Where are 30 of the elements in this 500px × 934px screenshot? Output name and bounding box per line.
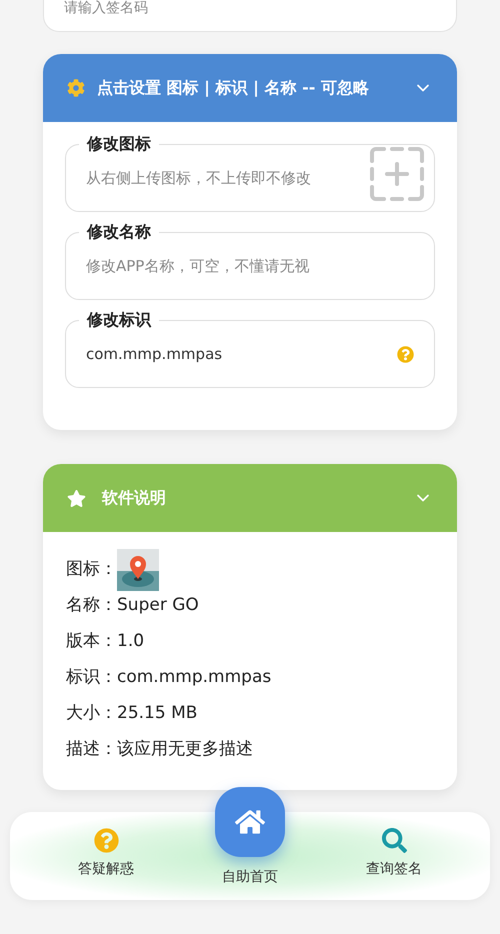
text-input[interactable]: 修改APP名称，可空，不懂请无视 xyxy=(86,254,426,278)
info-label: 图标： xyxy=(66,558,117,582)
text-input[interactable]: 从右侧上传图标，不上传即不修改 xyxy=(86,166,360,190)
star-icon xyxy=(67,488,86,508)
nav-item[interactable]: 查询签名 xyxy=(344,812,444,880)
home-button[interactable] xyxy=(215,787,285,857)
info-value: Super GO xyxy=(117,594,199,618)
signature-field-box[interactable]: 请输入签名码 xyxy=(43,0,457,32)
info-value: com.mmp.mmpas xyxy=(117,666,272,690)
nav-item[interactable]: 自助首页 xyxy=(200,787,300,888)
info-label: 版本： xyxy=(66,630,117,654)
panel-header[interactable]: 点击设置 图标 | 标识 | 名称 -- 可忽略 xyxy=(43,54,457,122)
info-value: 该应用无更多描述 xyxy=(117,738,253,762)
panel-title: 点击设置 图标 | 标识 | 名称 -- 可忽略 xyxy=(97,77,370,99)
info-value: 25.15 MB xyxy=(117,702,198,726)
signature-field[interactable]: 请输入签名码 xyxy=(64,0,436,16)
help-icon[interactable] xyxy=(397,346,414,362)
app-icon xyxy=(117,549,159,591)
nav-item[interactable]: 答疑解惑 xyxy=(56,812,156,880)
text-input[interactable]: com.mmp.mmpas xyxy=(86,342,389,366)
add-image-icon[interactable] xyxy=(368,145,426,203)
info-label: 名称： xyxy=(66,594,117,618)
info-label: 大小： xyxy=(66,702,117,726)
search-icon xyxy=(382,828,406,853)
info-label: 描述： xyxy=(66,738,117,762)
panel-title: 软件说明 xyxy=(102,487,167,509)
gear-icon xyxy=(67,79,85,97)
info-value: 1.0 xyxy=(117,630,144,654)
info-label: 标识： xyxy=(66,666,117,690)
help-icon xyxy=(94,828,118,853)
